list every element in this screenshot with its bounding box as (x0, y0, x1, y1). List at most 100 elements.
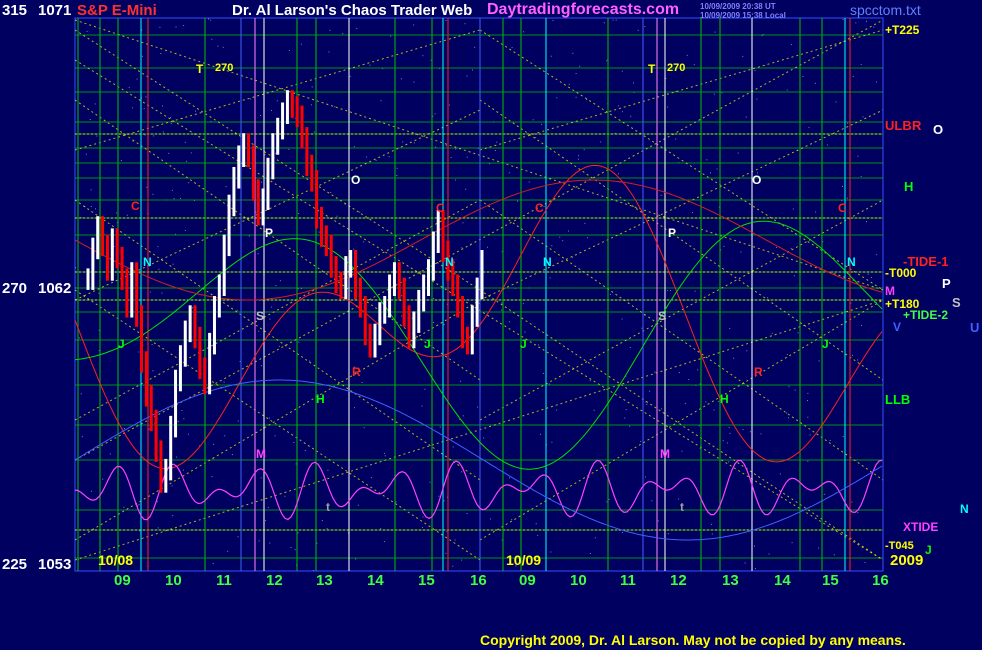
star-dot (375, 159, 377, 161)
marker-j-4: J (822, 337, 829, 351)
star-dot (754, 545, 755, 547)
star-dot (629, 347, 631, 348)
star-dot (250, 98, 252, 100)
star-dot (275, 285, 277, 287)
star-dot (175, 26, 177, 28)
star-dot (797, 332, 799, 334)
star-dot (746, 350, 748, 352)
star-dot (550, 551, 552, 553)
star-dot (540, 433, 541, 435)
star-dot (188, 182, 190, 184)
star-dot (159, 26, 161, 28)
star-dot (396, 167, 398, 169)
star-dot (236, 309, 238, 311)
star-dot (312, 570, 314, 572)
star-dot (452, 446, 454, 448)
star-dot (433, 298, 435, 299)
star-dot (109, 453, 111, 455)
star-dot (535, 523, 537, 525)
star-dot (211, 38, 213, 40)
star-dot (278, 345, 280, 347)
star-dot (852, 76, 854, 77)
star-dot (143, 108, 145, 110)
star-dot (568, 83, 570, 85)
star-dot (293, 442, 295, 443)
star-dot (589, 380, 591, 382)
star-dot (754, 70, 756, 71)
star-dot (818, 547, 820, 549)
star-dot (422, 55, 424, 57)
label-o: O (933, 122, 944, 137)
label-t045: -T045 (885, 540, 914, 552)
star-dot (466, 156, 468, 158)
star-dot (176, 456, 178, 458)
chaos-trader-chart (0, 0, 982, 650)
star-dot (550, 55, 552, 57)
star-dot (334, 106, 336, 108)
star-dot (572, 52, 574, 54)
marker-n-2: N (445, 255, 454, 269)
chart-title: Dr. Al Larson's Chaos Trader Web (232, 2, 473, 19)
star-dot (156, 501, 158, 503)
star-dot (171, 485, 173, 487)
star-dot (260, 477, 262, 479)
marker-c-1: C (131, 199, 140, 213)
star-dot (300, 43, 302, 45)
star-dot (814, 82, 816, 84)
hour-label: 09 (114, 572, 131, 589)
star-dot (313, 131, 315, 133)
star-dot (802, 76, 804, 77)
star-dot (600, 141, 602, 143)
star-dot (158, 268, 160, 270)
star-dot (148, 428, 150, 430)
star-dot (401, 315, 403, 317)
star-dot (157, 527, 159, 529)
star-dot (692, 212, 693, 214)
star-dot (363, 241, 365, 243)
star-dot (575, 96, 577, 98)
star-dot (578, 155, 580, 157)
marker-c-4: C (838, 201, 847, 215)
star-dot (775, 247, 777, 248)
star-dot (271, 306, 273, 308)
star-dot (181, 410, 183, 411)
star-dot (211, 476, 213, 478)
label-m: M (885, 284, 895, 298)
star-dot (208, 18, 209, 20)
star-dot (575, 73, 577, 74)
star-dot (584, 222, 586, 224)
marker-t-day1: T (196, 62, 204, 76)
star-dot (191, 307, 193, 309)
marker-o-2: O (752, 173, 762, 187)
label-tide-2: +TIDE-2 (903, 308, 949, 322)
star-dot (621, 318, 623, 320)
star-dot (354, 407, 355, 409)
star-dot (422, 516, 424, 518)
star-dot (857, 155, 859, 157)
star-dot (248, 235, 250, 237)
star-dot (443, 500, 445, 502)
star-dot (851, 501, 853, 503)
marker-s-1: S (256, 309, 265, 323)
star-dot (294, 549, 296, 551)
star-dot (95, 208, 96, 210)
date-label-1009: 10/09 (506, 552, 542, 568)
star-dot (279, 280, 281, 282)
star-dot (413, 81, 415, 83)
star-dot (629, 425, 631, 427)
star-dot (667, 533, 669, 535)
star-dot (384, 455, 386, 457)
marker-n-3: N (543, 255, 552, 269)
marker-c-3: C (535, 201, 544, 215)
hour-label: 14 (367, 572, 384, 589)
website-label: Daytradingforecasts.com (487, 1, 680, 18)
star-dot (779, 473, 781, 475)
star-dot (126, 214, 128, 216)
star-dot (421, 405, 423, 407)
star-dot (396, 175, 398, 176)
star-dot (606, 501, 608, 503)
star-dot (556, 409, 558, 411)
star-dot (120, 160, 122, 161)
star-dot (697, 369, 699, 371)
star-dot (714, 31, 716, 33)
